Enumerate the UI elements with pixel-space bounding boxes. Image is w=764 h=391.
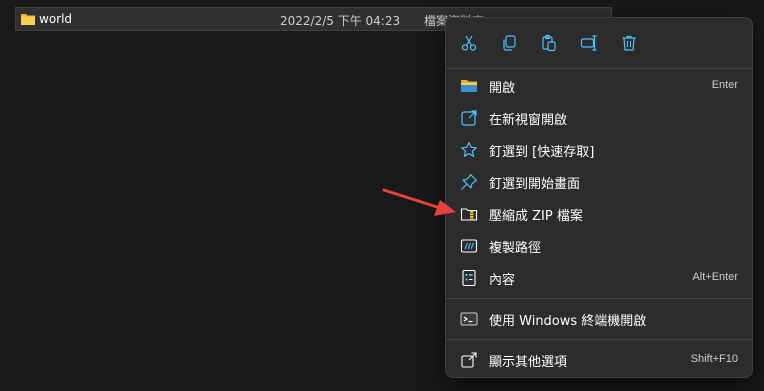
menu-item-shortcut: Enter (711, 79, 738, 91)
menu-item-shortcut: Shift+F10 (690, 353, 738, 365)
menu-item-copy-path[interactable]: 複製路徑 (451, 231, 747, 261)
menu-item-pin-quick-access[interactable]: 釘選到 [快速存取] (451, 135, 747, 165)
zip-folder-icon (460, 208, 478, 221)
menu-item-compress-zip[interactable]: 壓縮成 ZIP 檔案 (451, 199, 747, 229)
menu-item-open-terminal[interactable]: 使用 Windows 終端機開啟 (451, 304, 747, 334)
delete-button[interactable] (615, 29, 643, 57)
context-menu-toolbar (446, 18, 752, 68)
file-date-modified: 2022/2/5 下午 04:23 (280, 14, 401, 28)
copy-path-icon (460, 239, 478, 253)
star-icon (461, 141, 477, 157)
menu-item-pin-start[interactable]: 釘選到開始畫面 (451, 167, 747, 197)
menu-item-open[interactable]: 開啟 Enter (451, 71, 747, 101)
folder-icon (461, 80, 477, 92)
explorer-window: world 2022/2/5 下午 04:23 檔案資料夾 (0, 0, 764, 391)
menu-item-shortcut: Alt+Enter (692, 271, 738, 283)
paste-button[interactable] (535, 29, 563, 57)
open-external-icon (461, 110, 477, 126)
menu-item-label: 顯示其他選項 (489, 355, 568, 370)
folder-icon (21, 14, 35, 25)
menu-item-properties[interactable]: 內容 Alt+Enter (451, 263, 747, 293)
menu-item-label: 釘選到 [快速存取] (489, 145, 595, 160)
paste-icon (542, 34, 556, 52)
menu-separator (446, 298, 752, 299)
cut-button[interactable] (455, 29, 483, 57)
annotation-arrow-icon (382, 188, 456, 216)
menu-item-label: 釘選到開始畫面 (489, 177, 581, 192)
rename-icon (580, 35, 597, 51)
menu-item-label: 內容 (489, 273, 516, 288)
menu-separator (446, 339, 752, 340)
copy-icon (503, 35, 516, 51)
menu-item-label: 在新視窗開啟 (489, 113, 568, 128)
menu-item-open-new-window[interactable]: 在新視窗開啟 (451, 103, 747, 133)
menu-item-label: 壓縮成 ZIP 檔案 (489, 209, 583, 224)
rename-button[interactable] (575, 29, 603, 57)
menu-item-label: 開啟 (489, 81, 516, 96)
terminal-icon (460, 312, 478, 326)
copy-button[interactable] (495, 29, 523, 57)
properties-icon (462, 269, 476, 287)
menu-item-more-options[interactable]: 顯示其他選項 Shift+F10 (451, 345, 747, 375)
scissors-icon (461, 35, 477, 51)
menu-item-label: 使用 Windows 終端機開啟 (489, 314, 647, 329)
menu-item-label: 複製路徑 (489, 241, 542, 256)
menu-separator (446, 68, 752, 69)
more-options-icon (461, 352, 477, 368)
trash-icon (622, 35, 636, 51)
file-name: world (39, 12, 73, 26)
context-menu: 開啟 Enter 在新視窗開啟 釘選到 [快速存取] 釘選到開始畫面 壓縮成 Z… (445, 17, 753, 378)
pin-icon (461, 173, 478, 190)
